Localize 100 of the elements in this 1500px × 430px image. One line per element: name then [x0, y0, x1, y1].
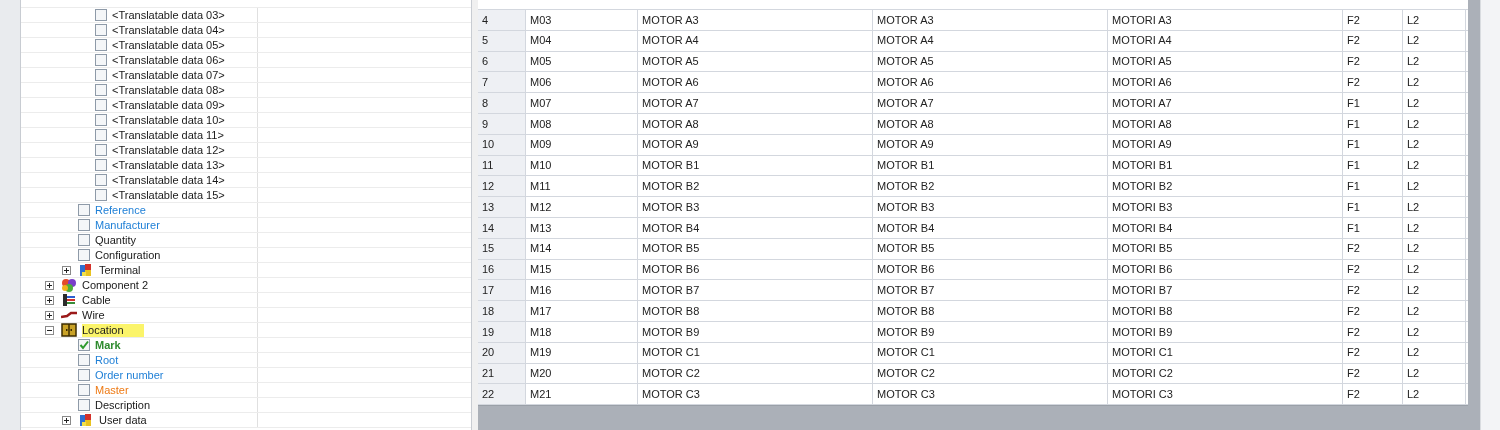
checkbox[interactable]: [78, 204, 90, 216]
expand-icon[interactable]: [62, 415, 71, 425]
checkbox[interactable]: [95, 99, 107, 111]
tree-item-label[interactable]: <Translatable data 06>: [112, 53, 245, 67]
table-cell: F1: [1343, 134, 1403, 155]
row-number[interactable]: 17: [478, 280, 526, 301]
checkbox[interactable]: [95, 84, 107, 96]
row-number[interactable]: 14: [478, 217, 526, 238]
expand-icon[interactable]: [45, 295, 54, 305]
row-number[interactable]: 18: [478, 301, 526, 321]
tree-item-label[interactable]: <Translatable data 03>: [112, 8, 245, 22]
checkbox[interactable]: [78, 234, 90, 246]
table-cell: L2: [1403, 238, 1466, 259]
expand-icon[interactable]: [62, 265, 71, 275]
checkbox[interactable]: [95, 159, 107, 171]
tree-item-label[interactable]: <Translatable data 11>: [112, 128, 244, 142]
table-cell: F2: [1343, 321, 1403, 342]
table-cell: MOTOR A8: [638, 114, 873, 134]
table-cell: M16: [526, 280, 638, 301]
tree-item-label[interactable]: Order number: [95, 368, 184, 382]
tree-item-label[interactable]: Description: [95, 398, 171, 412]
row-number[interactable]: 15: [478, 238, 526, 259]
tree-item-label[interactable]: Location: [82, 323, 144, 337]
row-number[interactable]: 7: [478, 72, 526, 93]
checkbox[interactable]: [78, 249, 90, 261]
table-cell: F2: [1343, 30, 1403, 51]
tree-item-label[interactable]: Wire: [82, 308, 125, 322]
table-cell: L2: [1403, 30, 1466, 51]
collapse-icon[interactable]: [45, 325, 54, 335]
tree-item-label[interactable]: User data: [99, 413, 167, 427]
table-cell: MOTOR A3: [873, 10, 1108, 30]
table-cell: F2: [1343, 301, 1403, 321]
expand-icon[interactable]: [45, 310, 54, 320]
tree-item-label[interactable]: Configuration: [95, 248, 181, 262]
table-cell: M07: [526, 93, 638, 113]
checkbox[interactable]: [78, 339, 90, 351]
table-cell: MOTOR C3: [873, 384, 1108, 405]
tree-item-label[interactable]: <Translatable data 05>: [112, 38, 245, 52]
checkbox[interactable]: [95, 114, 107, 126]
row-number[interactable]: 21: [478, 363, 526, 384]
table-cell: MOTOR A7: [638, 93, 873, 113]
tree-item-label[interactable]: Reference: [95, 203, 166, 217]
tree-item-label[interactable]: Cable: [82, 293, 131, 307]
tree-item-label[interactable]: Root: [95, 353, 139, 367]
tree-item-label[interactable]: <Translatable data 04>: [112, 23, 245, 37]
checkbox[interactable]: [95, 9, 107, 21]
checkbox[interactable]: [78, 354, 90, 366]
checkbox[interactable]: [95, 54, 107, 66]
table-cell: MOTORI A7: [1108, 93, 1343, 113]
tree-item-label[interactable]: <Translatable data 14>: [112, 173, 245, 187]
checkbox[interactable]: [78, 384, 90, 396]
table-cell: MOTORI C1: [1108, 342, 1343, 363]
tree-item-label[interactable]: <Translatable data 10>: [112, 113, 245, 127]
expand-icon[interactable]: [45, 280, 54, 290]
row-number[interactable]: 20: [478, 342, 526, 363]
row-number[interactable]: 5: [478, 30, 526, 51]
table-cell: MOTOR A6: [873, 72, 1108, 93]
row-number[interactable]: 13: [478, 197, 526, 217]
checkbox[interactable]: [95, 144, 107, 156]
tree-item-label[interactable]: <Translatable data 08>: [112, 83, 245, 97]
checkbox[interactable]: [78, 219, 90, 231]
table-cell: M03: [526, 10, 638, 30]
row-number[interactable]: 16: [478, 259, 526, 280]
tree-item-label[interactable]: <Translatable data 07>: [112, 68, 245, 82]
table-cell: F2: [1343, 342, 1403, 363]
table-cell: M13: [526, 217, 638, 238]
table-cell: MOTORI B2: [1108, 176, 1343, 197]
row-number[interactable]: 10: [478, 134, 526, 155]
checkbox[interactable]: [95, 39, 107, 51]
tree-item-label[interactable]: <Translatable data 13>: [112, 158, 245, 172]
row-number[interactable]: 19: [478, 321, 526, 342]
row-number[interactable]: 11: [478, 155, 526, 176]
row-number[interactable]: 8: [478, 93, 526, 113]
row-number[interactable]: 22: [478, 384, 526, 405]
tree-item-label[interactable]: Component 2: [82, 278, 169, 292]
row-number[interactable]: 4: [478, 10, 526, 30]
table-cell: MOTOR B9: [873, 321, 1108, 342]
tree-item-label[interactable]: <Translatable data 09>: [112, 98, 245, 112]
checkbox[interactable]: [78, 399, 90, 411]
tree-item-label[interactable]: Manufacturer: [95, 218, 180, 232]
tree-item-label[interactable]: <Translatable data 12>: [112, 143, 245, 157]
tree-item-label[interactable]: Mark: [95, 338, 141, 352]
table-cell: MOTOR A3: [638, 10, 873, 30]
checkbox[interactable]: [95, 129, 107, 141]
checkbox[interactable]: [95, 24, 107, 36]
row-number[interactable]: 12: [478, 176, 526, 197]
row-number[interactable]: 6: [478, 51, 526, 72]
table-cell: MOTOR C2: [873, 363, 1108, 384]
tree-item-label[interactable]: <Translatable data 15>: [112, 188, 245, 202]
tree-item-label[interactable]: Quantity: [95, 233, 156, 247]
table-cell: F2: [1343, 384, 1403, 405]
tree-item-label[interactable]: Terminal: [99, 263, 161, 277]
table-cell: MOTOR B6: [873, 259, 1108, 280]
checkbox[interactable]: [95, 189, 107, 201]
checkbox[interactable]: [95, 174, 107, 186]
checkbox[interactable]: [78, 369, 90, 381]
row-number[interactable]: 9: [478, 114, 526, 134]
table-cell: MOTOR B5: [873, 238, 1108, 259]
checkbox[interactable]: [95, 69, 107, 81]
table-cell: L2: [1403, 155, 1466, 176]
